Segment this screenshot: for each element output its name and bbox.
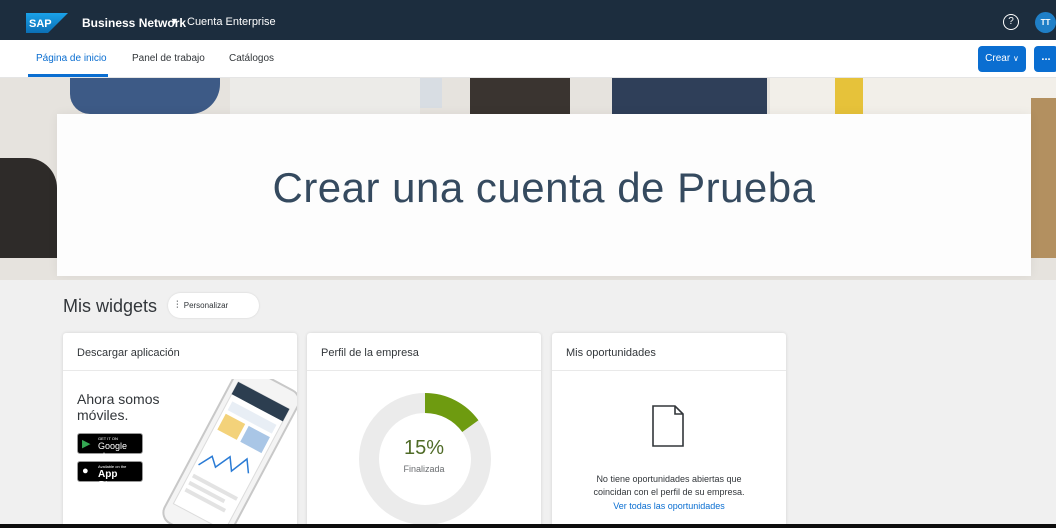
mobile-message-line2: móviles. [77, 407, 129, 423]
tab-workbench[interactable]: Panel de trabajo [132, 53, 205, 64]
widgets-heading: Mis widgets [63, 296, 158, 316]
tab-catalogs[interactable]: Catálogos [229, 53, 274, 64]
hero-overlay-card: Crear una cuenta de Prueba [57, 114, 1031, 276]
mobile-message: Ahora somos móviles. [77, 391, 159, 423]
hero-photo-yellow [835, 78, 863, 114]
sliders-icon: ⫶ [176, 300, 179, 311]
widget-title: Mis oportunidades [566, 347, 656, 359]
personalize-label: Personalizar [183, 301, 229, 310]
document-icon [652, 405, 684, 447]
nav-bar: Página de inicio Panel de trabajo Catálo… [0, 40, 1056, 78]
more-button[interactable]: ... [1034, 46, 1056, 72]
view-all-opportunities-link[interactable]: Ver todas las oportunidades [552, 501, 786, 511]
widget-title: Perfil de la empresa [321, 347, 419, 359]
tab-home[interactable]: Página de inicio [36, 53, 107, 64]
hero-title: Crear una cuenta de Prueba [272, 164, 816, 211]
hero-photo-cup [420, 78, 442, 108]
hero-photo-chair-right [1031, 98, 1056, 258]
widget-download-app[interactable]: Descargar aplicación Ahora somos móviles… [63, 333, 297, 524]
widget-company-profile[interactable]: Perfil de la empresa 15% Finalizada [307, 333, 541, 524]
mobile-message-line1: Ahora somos [77, 391, 160, 407]
app-store-badge[interactable]: ● Available on the App Store [77, 461, 143, 491]
play-icon: ▶ [82, 438, 91, 450]
sap-logo[interactable]: SAP [26, 13, 68, 33]
svg-text:SAP: SAP [29, 18, 52, 30]
widget-title: Descargar aplicación [77, 347, 180, 359]
user-avatar[interactable]: TT [1035, 12, 1056, 33]
hero-photo-wall [230, 78, 420, 114]
phone-mockup-image [162, 379, 297, 524]
chevron-down-icon: ∨ [1012, 54, 1019, 63]
google-badge-big: Google play [98, 441, 128, 461]
app-frame: SAP Business Network ▼ Cuenta Enterprise… [0, 0, 1056, 524]
hero-photo-chair [0, 158, 57, 258]
create-button[interactable]: Crear ∨ [978, 46, 1026, 72]
empty-opportunities-message: No tiene oportunidades abiertas que coin… [552, 473, 786, 499]
empty-message-line2: coincidan con el perfil de su empresa. [593, 487, 745, 497]
empty-message-line1: No tiene oportunidades abiertas que [596, 474, 742, 484]
google-play-badge[interactable]: ▶ GET IT ON Google play [77, 433, 143, 461]
widget-opportunities[interactable]: Mis oportunidades No tiene oportunidades… [552, 333, 786, 524]
apple-badge-big: App Store [98, 469, 124, 491]
hero-photo-person-left [70, 78, 220, 114]
hero-photo-person-right [612, 78, 767, 114]
widget-divider [307, 370, 541, 371]
active-tab-indicator [28, 74, 108, 77]
widget-divider [552, 370, 786, 371]
profile-percent: 15% [403, 437, 445, 459]
personalize-button[interactable]: ⫶ Personalizar [168, 293, 259, 318]
help-icon[interactable]: ? [1003, 14, 1019, 30]
hero-banner: Crear una cuenta de Prueba [0, 78, 1056, 280]
hero-photo-window [770, 78, 1056, 114]
apple-icon: ● [82, 465, 89, 477]
create-label: Crear [985, 53, 1011, 64]
account-type: Cuenta Enterprise [187, 16, 276, 28]
hero-photo-person-mid [470, 78, 570, 114]
profile-status: Finalizada [403, 464, 445, 474]
widget-divider [63, 370, 297, 371]
caret-down-icon[interactable]: ▼ [170, 16, 179, 26]
